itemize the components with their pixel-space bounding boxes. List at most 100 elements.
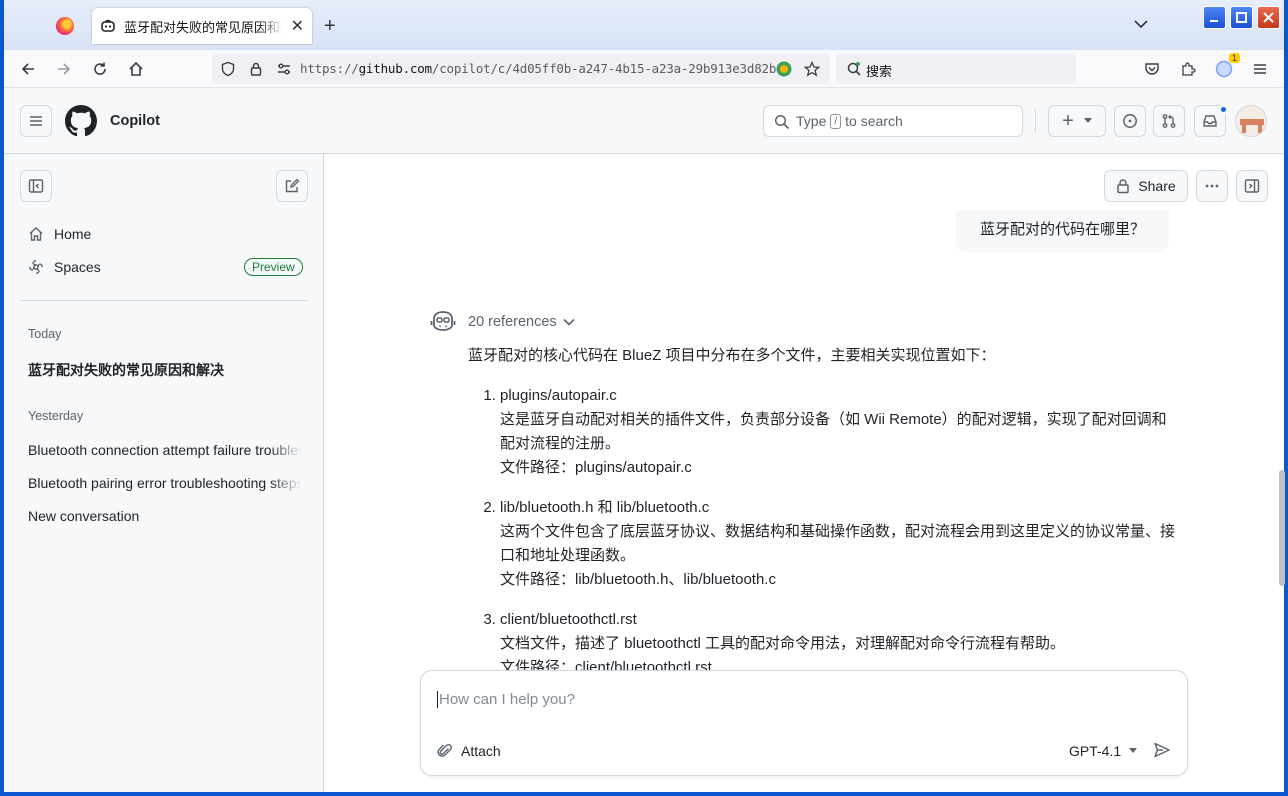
header-divider	[1035, 109, 1036, 133]
extension-globe-icon[interactable]	[774, 59, 794, 79]
references-toggle[interactable]: 20 references	[468, 314, 575, 330]
create-new-button[interactable]: +	[1048, 105, 1106, 137]
answer-item-title: lib/bluetooth.h 和 lib/bluetooth.c	[500, 499, 710, 516]
answer-item-desc: 文档文件，描述了 bluetoothctl 工具的配对命令用法，对理解配对命令行…	[500, 635, 1066, 652]
answer-item-title: client/bluetoothctl.rst	[500, 611, 637, 628]
maximize-window-button[interactable]	[1230, 6, 1253, 29]
app-menu-hamburger-icon[interactable]	[1250, 59, 1270, 79]
list-item: lib/bluetooth.h 和 lib/bluetooth.c 这两个文件包…	[500, 496, 1180, 592]
answer-item-title: plugins/autopair.c	[500, 387, 617, 404]
chat-input[interactable]: How can I help you?	[437, 691, 575, 708]
lock-icon[interactable]	[246, 59, 266, 79]
close-window-button[interactable]	[1257, 6, 1280, 29]
notification-unread-dot	[1219, 105, 1228, 114]
home-icon[interactable]	[126, 59, 146, 79]
plus-icon: +	[1062, 109, 1074, 132]
compose-pencil-icon	[285, 178, 300, 193]
conversation-panel: Share 蓝牙配对的代码在哪里？ 20 references 蓝牙配对的核心代…	[324, 154, 1284, 792]
minimize-window-button[interactable]	[1203, 6, 1226, 29]
extension-account-icon[interactable]: 1	[1214, 53, 1240, 79]
attach-button[interactable]: Attach	[437, 743, 501, 759]
browser-window: 蓝牙配对失败的常见原因和解决 ✕ +	[4, 0, 1285, 792]
conversation-item[interactable]: Bluetooth pairing error troubleshooting …	[28, 475, 302, 491]
today-heading: Today	[28, 327, 62, 341]
answer-item-path: 文件路径：plugins/autopair.c	[500, 459, 692, 476]
search-engine-icon	[844, 59, 864, 79]
user-message-bubble: 蓝牙配对的代码在哪里？	[956, 210, 1170, 253]
bookmark-star-icon[interactable]	[802, 59, 822, 79]
conversation-item[interactable]: Bluetooth connection attempt failure tro…	[28, 442, 302, 458]
sidebar-item-spaces[interactable]: Spaces	[28, 259, 101, 275]
github-header: Copilot Type / to search +	[4, 88, 1284, 154]
answer-item-desc: 这是蓝牙自动配对相关的插件文件，负责部分设备（如 Wii Remote）的配对逻…	[500, 411, 1167, 452]
user-message-text: 蓝牙配对的代码在哪里？	[980, 221, 1146, 238]
inbox-icon	[1203, 115, 1217, 127]
yesterday-heading: Yesterday	[28, 409, 84, 423]
user-avatar[interactable]	[1235, 105, 1267, 137]
conversation-item[interactable]: New conversation	[28, 508, 302, 524]
reload-icon[interactable]	[90, 59, 110, 79]
assistant-response: 蓝牙配对的核心代码在 BlueZ 项目中分布在多个文件，主要相关实现位置如下： …	[468, 344, 1180, 696]
model-label: GPT-4.1	[1069, 743, 1122, 759]
search-hint-rest: to search	[845, 113, 903, 129]
attach-label: Attach	[461, 743, 501, 759]
copilot-avatar-icon	[430, 310, 456, 335]
tab-title: 蓝牙配对失败的常见原因和解决	[124, 19, 283, 35]
preview-badge: Preview	[244, 258, 303, 276]
answer-item-desc: 这两个文件包含了底层蓝牙协议、数据结构和基础操作函数，配对流程会用到这里定义的协…	[500, 523, 1176, 564]
url-text[interactable]: https://github.com/copilot/c/4d05ff0b-a2…	[300, 61, 776, 76]
lock-icon	[1117, 179, 1130, 194]
browser-search-bar[interactable]: 搜索	[836, 54, 1076, 84]
forward-arrow-icon[interactable]	[54, 59, 74, 79]
sidebar-item-label: Home	[54, 226, 92, 242]
search-icon	[774, 114, 790, 133]
kebab-horizontal-icon	[1205, 184, 1219, 188]
browser-tab-active[interactable]: 蓝牙配对失败的常见原因和解决 ✕	[92, 8, 312, 44]
browser-tab-strip: 蓝牙配对失败的常见原因和解决 ✕ +	[4, 0, 1284, 50]
copilot-favicon-icon	[100, 18, 116, 34]
extensions-puzzle-icon[interactable]	[1178, 59, 1198, 79]
firefox-logo-icon[interactable]	[56, 17, 74, 35]
answer-item-path: 文件路径：lib/bluetooth.h、lib/bluetooth.c	[500, 571, 776, 588]
extension-badge: 1	[1228, 53, 1240, 63]
tracking-protection-shield-icon[interactable]	[218, 59, 238, 79]
sidebar-divider	[20, 300, 308, 301]
send-button[interactable]	[1153, 741, 1171, 762]
pocket-icon[interactable]	[1142, 59, 1162, 79]
pull-requests-button[interactable]	[1153, 105, 1185, 137]
list-item: plugins/autopair.c 这是蓝牙自动配对相关的插件文件，负责部分设…	[500, 384, 1180, 480]
home-icon	[29, 227, 43, 241]
list-all-tabs-chevron-icon[interactable]	[1134, 16, 1148, 32]
answer-list: plugins/autopair.c 这是蓝牙自动配对相关的插件文件，负责部分设…	[468, 384, 1180, 680]
model-picker[interactable]: GPT-4.1	[1069, 743, 1138, 759]
back-arrow-icon[interactable]	[18, 59, 38, 79]
share-button[interactable]: Share	[1104, 170, 1188, 202]
new-tab-button[interactable]: +	[324, 15, 336, 38]
tab-close-icon[interactable]: ✕	[291, 16, 304, 36]
toggle-side-panel-button[interactable]	[1236, 170, 1268, 202]
paper-plane-icon	[1154, 742, 1170, 758]
browser-navigation-bar: https://github.com/copilot/c/4d05ff0b-a2…	[4, 50, 1284, 88]
chat-composer[interactable]: How can I help you? Attach GPT-4.1	[420, 670, 1188, 776]
site-permissions-icon[interactable]	[274, 59, 294, 79]
conversation-item-active[interactable]: 蓝牙配对失败的常见原因和解决	[28, 360, 302, 380]
search-bar-label: 搜索	[866, 64, 893, 79]
collapse-sidebar-button[interactable]	[20, 170, 52, 202]
sidebar-collapse-icon	[28, 179, 44, 193]
issues-button[interactable]	[1114, 105, 1146, 137]
spaces-icon	[28, 259, 44, 275]
url-bar[interactable]: https://github.com/copilot/c/4d05ff0b-a2…	[212, 54, 830, 84]
pull-request-icon	[1162, 114, 1176, 128]
page-title[interactable]: Copilot	[110, 113, 160, 129]
caret-down-icon	[1083, 118, 1092, 123]
global-nav-menu-button[interactable]	[20, 105, 52, 137]
references-label: 20 references	[468, 314, 557, 330]
sidebar-expand-icon	[1244, 179, 1260, 193]
github-search-input[interactable]: Type / to search	[763, 105, 1023, 137]
sidebar-item-home[interactable]: Home	[28, 226, 91, 242]
page-scrollbar[interactable]	[1279, 470, 1285, 586]
chevron-down-icon	[563, 318, 575, 326]
more-options-button[interactable]	[1196, 170, 1228, 202]
new-chat-button[interactable]	[276, 170, 308, 202]
github-logo-icon[interactable]	[65, 105, 97, 140]
